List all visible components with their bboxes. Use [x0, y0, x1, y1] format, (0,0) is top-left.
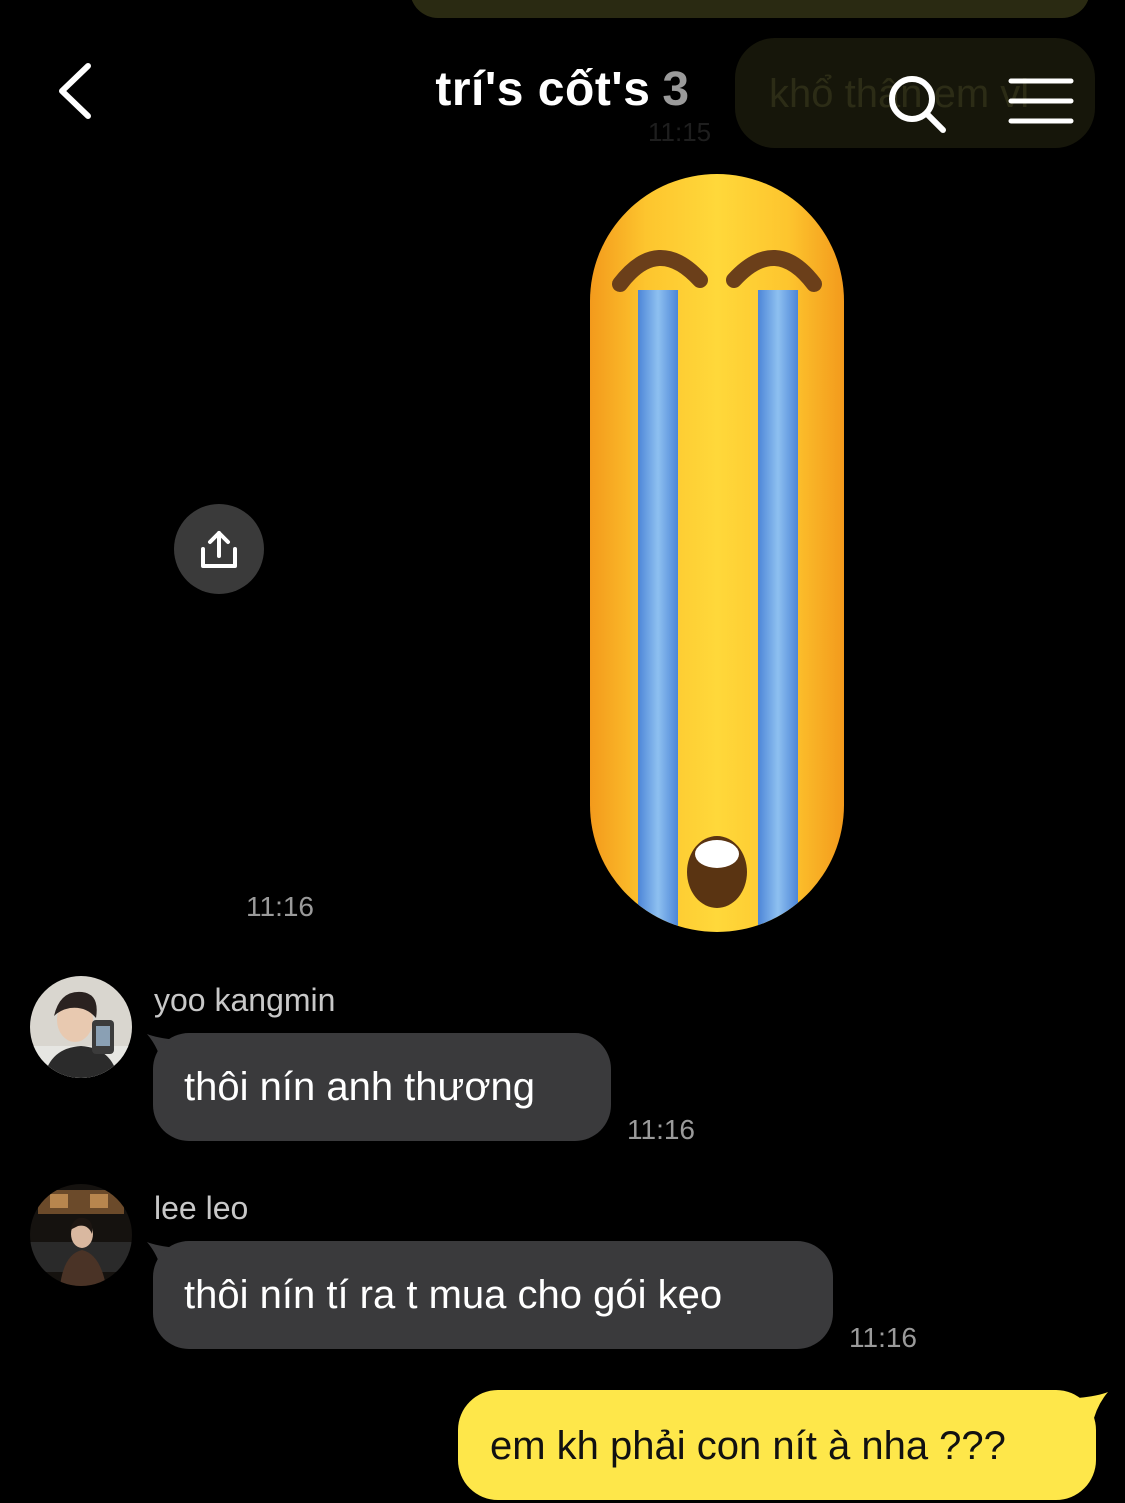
message-bubble[interactable]: thôi nín anh thương	[153, 1033, 611, 1141]
chat-name: trí's cốt's	[435, 63, 651, 116]
avatar[interactable]	[30, 1184, 132, 1286]
search-icon[interactable]	[885, 72, 949, 136]
sticker-time: 11:16	[246, 891, 314, 922]
message-text: thôi nín tí ra t mua cho gói kẹo	[184, 1273, 723, 1317]
previous-message-time: 11:15	[648, 117, 712, 147]
member-count: 3	[662, 63, 690, 116]
share-button[interactable]	[174, 504, 264, 594]
message-time: 11:16	[627, 1114, 695, 1145]
my-message-text: em kh phải con nít à nha ???	[490, 1424, 1006, 1468]
sender-name: yoo kangmin	[154, 982, 336, 1018]
avatar[interactable]	[30, 976, 132, 1078]
sender-name: lee leo	[154, 1190, 249, 1226]
message-time: 11:16	[849, 1322, 917, 1353]
hamburger-menu-icon[interactable]	[1008, 76, 1074, 126]
loudly-crying-face-emoji[interactable]	[588, 172, 846, 934]
message-text: thôi nín anh thương	[184, 1065, 536, 1109]
previous-message-bubble-top	[410, 0, 1090, 18]
chevron-left-icon[interactable]	[50, 58, 100, 124]
message-bubble[interactable]: thôi nín tí ra t mua cho gói kẹo	[153, 1241, 833, 1349]
my-message-bubble[interactable]: em kh phải con nít à nha ???	[458, 1390, 1096, 1500]
chat-title: trí's cốt's 3	[330, 62, 795, 117]
share-upload-icon	[201, 531, 237, 568]
